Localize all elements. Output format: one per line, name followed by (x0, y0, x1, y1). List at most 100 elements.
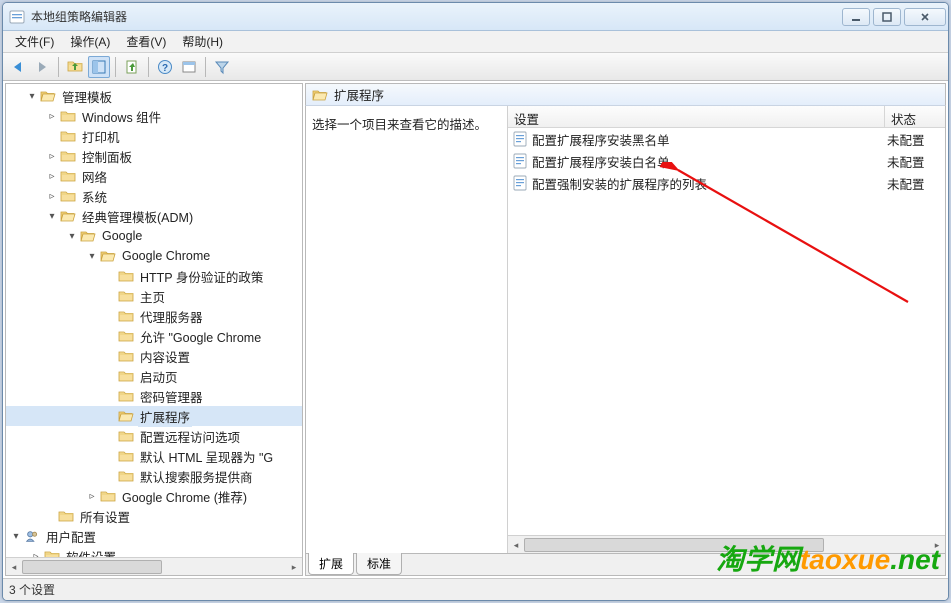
folder-open-icon (100, 249, 116, 263)
list-row[interactable]: 配置扩展程序安装黑名单 未配置 (508, 128, 945, 150)
folder-open-icon (60, 209, 76, 223)
tree-item-chrome-recommended[interactable]: ▹Google Chrome (推荐) (6, 486, 302, 506)
folder-icon (118, 289, 134, 303)
scroll-right-icon[interactable]: ▸ (286, 558, 302, 576)
tree-item-proxy[interactable]: 代理服务器 (6, 306, 302, 326)
window-title: 本地组策略编辑器 (31, 8, 842, 25)
folder-icon (118, 349, 134, 363)
tree-item-windows-components[interactable]: ▹Windows 组件 (6, 106, 302, 126)
tree-item-extensions[interactable]: 扩展程序 (6, 406, 302, 426)
scroll-left-icon[interactable]: ◂ (6, 558, 22, 576)
properties-button[interactable] (178, 56, 200, 78)
tab-standard[interactable]: 标准 (356, 553, 402, 575)
back-button[interactable] (7, 56, 29, 78)
policy-icon (512, 131, 528, 147)
tree-item-google-chrome[interactable]: ▾Google Chrome (6, 246, 302, 266)
menu-action[interactable]: 操作(A) (62, 31, 118, 52)
folder-open-icon (118, 409, 134, 423)
tree-item-admin-templates[interactable]: ▾ 管理模板 (6, 86, 302, 106)
tree-scrollbar[interactable]: ◂ ▸ (6, 557, 302, 575)
scroll-thumb[interactable] (22, 560, 162, 574)
right-body: 选择一个项目来查看它的描述。 设置 状态 配置扩展程序安装黑名单 未配置 配置扩… (305, 106, 946, 554)
expand-icon[interactable]: ▹ (30, 550, 42, 557)
window: 本地组策略编辑器 文件(F) 操作(A) 查看(V) 帮助(H) ? (2, 2, 949, 601)
status-text: 3 个设置 (9, 581, 55, 598)
folder-icon (118, 429, 134, 443)
titlebar[interactable]: 本地组策略编辑器 (3, 3, 948, 31)
tree-item-google[interactable]: ▾Google (6, 226, 302, 246)
tree-item-http-auth[interactable]: HTTP 身份验证的政策 (6, 266, 302, 286)
expand-icon[interactable]: ▹ (46, 110, 58, 122)
tree-item-user-config[interactable]: ▾用户配置 (6, 526, 302, 546)
tab-extended[interactable]: 扩展 (308, 553, 354, 575)
right-header-title: 扩展程序 (334, 85, 384, 104)
expand-icon[interactable]: ▹ (46, 170, 58, 182)
list-rows: 配置扩展程序安装黑名单 未配置 配置扩展程序安装白名单 未配置 配置强制安装的扩… (508, 128, 945, 535)
tree-item-content-settings[interactable]: 内容设置 (6, 346, 302, 366)
folder-icon (58, 509, 74, 523)
menubar: 文件(F) 操作(A) 查看(V) 帮助(H) (3, 31, 948, 53)
expand-icon[interactable]: ▹ (46, 150, 58, 162)
tree-item-network[interactable]: ▹网络 (6, 166, 302, 186)
folder-icon (118, 389, 134, 403)
tree-item-all-settings[interactable]: 所有设置 (6, 506, 302, 526)
show-tree-button[interactable] (88, 56, 110, 78)
collapse-icon[interactable]: ▾ (10, 530, 22, 542)
right-scrollbar[interactable]: ◂ ▸ (508, 535, 945, 553)
description-prompt: 选择一个项目来查看它的描述。 (312, 118, 487, 132)
scroll-right-icon[interactable]: ▸ (929, 536, 945, 554)
folder-icon (60, 109, 76, 123)
folder-open-icon (80, 229, 96, 243)
tree-item-software-settings[interactable]: ▹软件设置 (6, 546, 302, 557)
policy-icon (512, 175, 528, 191)
list-row[interactable]: 配置扩展程序安装白名单 未配置 (508, 150, 945, 172)
export-button[interactable] (121, 56, 143, 78)
folder-open-icon (40, 89, 56, 103)
right-pane: 扩展程序 选择一个项目来查看它的描述。 设置 状态 配置扩展程序安装黑名单 未配… (305, 83, 946, 576)
menu-help[interactable]: 帮助(H) (174, 31, 231, 52)
tree-item-printers[interactable]: 打印机 (6, 126, 302, 146)
tree-item-control-panel[interactable]: ▹控制面板 (6, 146, 302, 166)
maximize-button[interactable] (873, 8, 901, 26)
tree-item-default-search[interactable]: 默认搜索服务提供商 (6, 466, 302, 486)
filter-button[interactable] (211, 56, 233, 78)
collapse-icon[interactable]: ▾ (46, 210, 58, 222)
list-row[interactable]: 配置强制安装的扩展程序的列表 未配置 (508, 172, 945, 194)
tree-item-homepage[interactable]: 主页 (6, 286, 302, 306)
folder-icon (118, 469, 134, 483)
tree-item-system[interactable]: ▹系统 (6, 186, 302, 206)
folder-icon (60, 129, 76, 143)
tabstrip: 扩展 标准 (305, 554, 946, 576)
menu-file[interactable]: 文件(F) (7, 31, 62, 52)
user-group-icon (24, 529, 40, 543)
tree-item-password-mgr[interactable]: 密码管理器 (6, 386, 302, 406)
close-button[interactable] (904, 8, 946, 26)
collapse-icon[interactable]: ▾ (66, 230, 78, 242)
policy-icon (512, 153, 528, 169)
tree-item-allow-chrome[interactable]: 允许 "Google Chrome (6, 326, 302, 346)
collapse-icon[interactable]: ▾ (86, 250, 98, 262)
column-status[interactable]: 状态 (885, 106, 945, 127)
collapse-icon[interactable]: ▾ (26, 90, 38, 102)
tree-item-remote-access[interactable]: 配置远程访问选项 (6, 426, 302, 446)
forward-button[interactable] (31, 56, 53, 78)
expand-icon[interactable]: ▹ (46, 190, 58, 202)
scroll-thumb[interactable] (524, 538, 824, 552)
column-setting[interactable]: 设置 (508, 106, 885, 127)
scroll-left-icon[interactable]: ◂ (508, 536, 524, 554)
tree[interactable]: ▾ 管理模板 ▹Windows 组件 打印机 ▹控制面板 ▹网络 ▹系统 ▾经典… (6, 84, 302, 557)
list-header[interactable]: 设置 状态 (508, 106, 945, 128)
folder-icon (118, 269, 134, 283)
tree-item-startup[interactable]: 启动页 (6, 366, 302, 386)
toolbar: ? (3, 53, 948, 81)
expand-icon[interactable]: ▹ (86, 490, 98, 502)
folder-icon (44, 549, 60, 557)
folder-icon (60, 169, 76, 183)
menu-view[interactable]: 查看(V) (118, 31, 174, 52)
tree-item-default-html[interactable]: 默认 HTML 呈现器为 "G (6, 446, 302, 466)
help-button[interactable]: ? (154, 56, 176, 78)
minimize-button[interactable] (842, 8, 870, 26)
tree-item-classic-adm[interactable]: ▾经典管理模板(ADM) (6, 206, 302, 226)
body: ▾ 管理模板 ▹Windows 组件 打印机 ▹控制面板 ▹网络 ▹系统 ▾经典… (3, 81, 948, 578)
up-button[interactable] (64, 56, 86, 78)
